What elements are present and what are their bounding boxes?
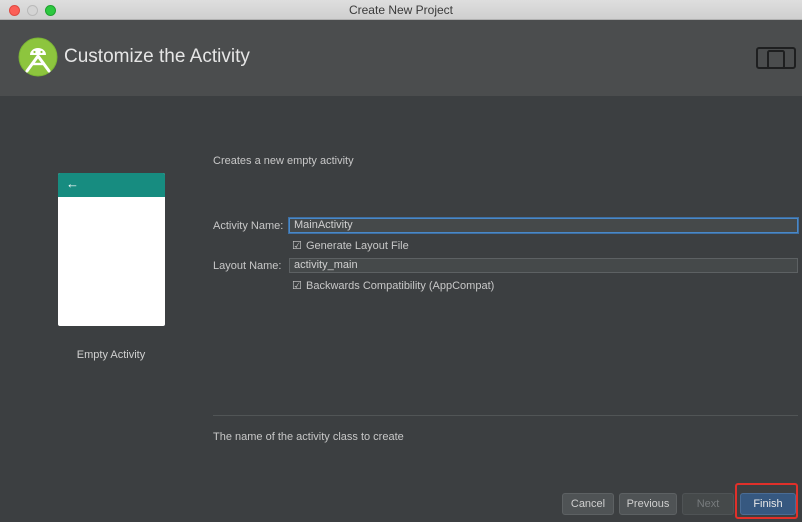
layout-name-label: Layout Name: — [213, 260, 282, 272]
activity-name-input[interactable]: MainActivity — [289, 218, 798, 233]
wizard-header: Customize the Activity — [0, 20, 802, 96]
next-button[interactable]: Next — [682, 493, 734, 515]
template-description: Creates a new empty activity — [213, 155, 354, 167]
android-studio-logo-icon — [18, 37, 58, 77]
checkmark-icon: ☑ — [292, 280, 302, 292]
previous-button[interactable]: Previous — [619, 493, 677, 515]
activity-name-label: Activity Name: — [213, 220, 284, 232]
preview-app-bar: ← — [58, 173, 165, 197]
window-title: Create New Project — [348, 3, 454, 17]
field-hint: The name of the activity class to create — [213, 431, 404, 443]
device-icon — [756, 47, 796, 69]
generate-layout-label: Generate Layout File — [306, 240, 409, 252]
finish-highlight-box — [735, 483, 798, 519]
back-arrow-icon: ← — [66, 176, 79, 191]
template-name: Empty Activity — [76, 349, 146, 361]
cancel-button[interactable]: Cancel — [562, 493, 614, 515]
checkmark-icon: ☑ — [292, 240, 302, 252]
template-preview-card: ← — [58, 173, 165, 326]
backwards-compat-label: Backwards Compatibility (AppCompat) — [306, 280, 495, 292]
template-preview-panel: ← Empty Activity — [0, 96, 210, 522]
divider — [213, 415, 798, 416]
backwards-compat-checkbox[interactable]: ☑ Backwards Compatibility (AppCompat) — [292, 279, 494, 292]
window-titlebar: Create New Project — [0, 0, 802, 20]
layout-name-input[interactable]: activity_main — [289, 258, 798, 273]
page-title: Customize the Activity — [64, 46, 250, 67]
generate-layout-checkbox[interactable]: ☑ Generate Layout File — [292, 239, 409, 252]
